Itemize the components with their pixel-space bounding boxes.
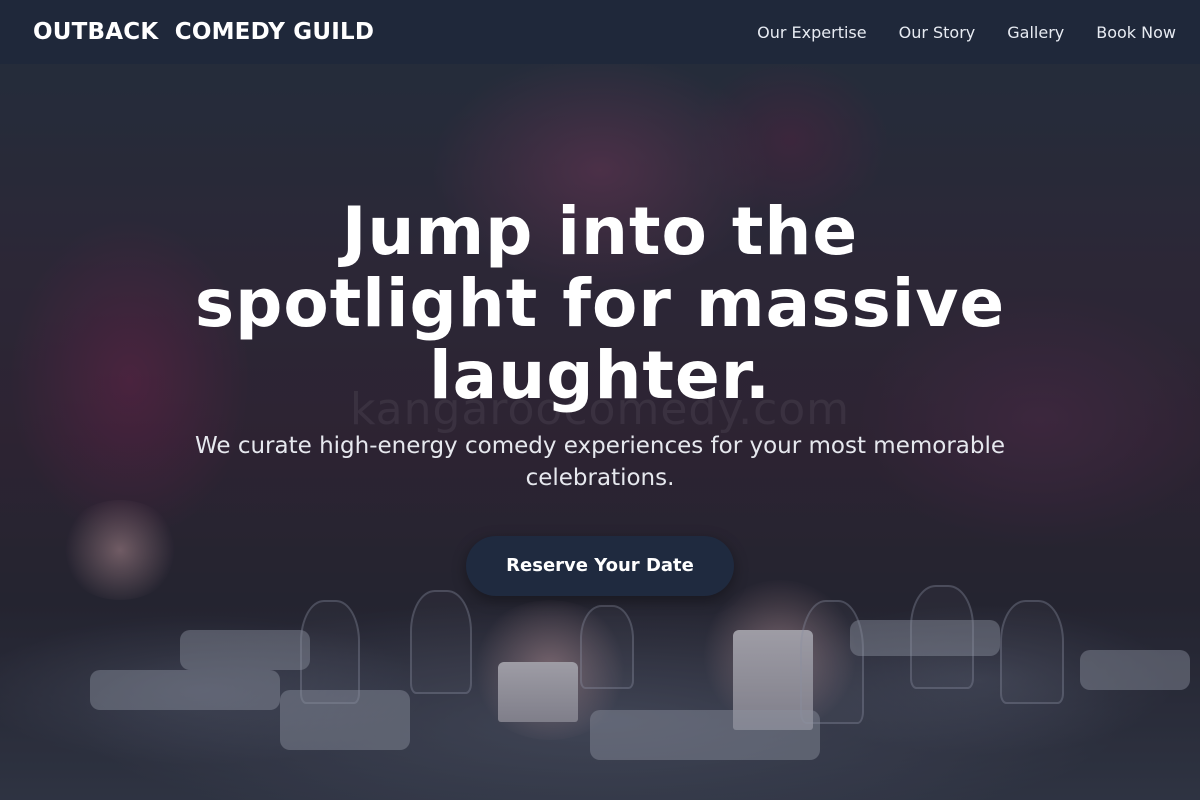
nav-link-book-now[interactable]: Book Now [1096, 23, 1176, 42]
brand-logo[interactable]: OUTBACK COMEDY GUILD [33, 19, 374, 45]
nav-link-gallery[interactable]: Gallery [1007, 23, 1064, 42]
hero-section: Jump into the spotlight for massive laug… [0, 196, 1200, 596]
site-header: OUTBACK COMEDY GUILD Our Expertise Our S… [0, 0, 1200, 64]
main-nav: Our Expertise Our Story Gallery Book Now [757, 23, 1176, 42]
hero-headline: Jump into the spotlight for massive laug… [194, 193, 1006, 414]
hero-subtitle: We curate high-energy comedy experiences… [194, 433, 1006, 491]
reserve-date-button[interactable]: Reserve Your Date [466, 536, 734, 596]
nav-link-our-expertise[interactable]: Our Expertise [757, 23, 866, 42]
landing-page: kangaroocomedy.com OUTBACK COMEDY GUILD … [0, 0, 1200, 800]
nav-link-our-story[interactable]: Our Story [899, 23, 976, 42]
